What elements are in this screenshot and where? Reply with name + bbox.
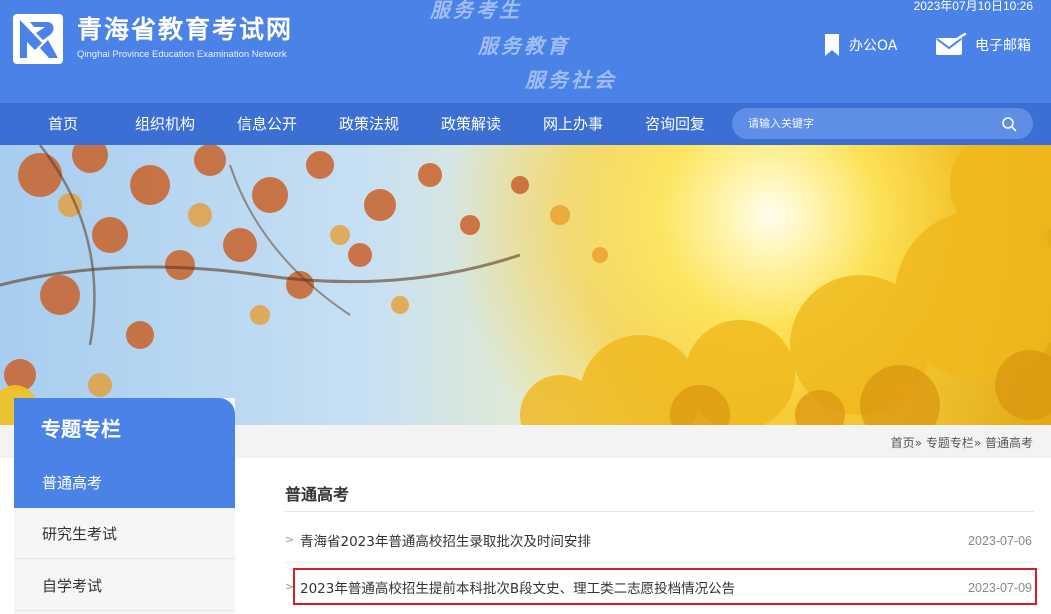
breadcrumb-section[interactable]: 专题专栏» [926, 436, 981, 450]
chevron-right-icon: > [285, 533, 295, 546]
breadcrumb-current[interactable]: 普通高考 [985, 436, 1033, 450]
nav-item-home[interactable]: 首页 [48, 103, 78, 145]
search-input[interactable] [748, 108, 988, 139]
nav-item-policy-interpretation[interactable]: 政策解读 [441, 103, 501, 145]
email-link[interactable]: 电子邮箱 [935, 33, 1031, 57]
site-header: 青海省教育考试网 Qinghai Province Education Exam… [0, 0, 1051, 103]
sidebar-item-self-study-exam[interactable]: 自学考试 [14, 561, 235, 611]
office-oa-label: 办公OA [849, 38, 898, 54]
hero-banner [0, 145, 1051, 425]
nav-item-policies[interactable]: 政策法规 [339, 103, 399, 145]
sidebar: 专题专栏 普通高考 研究生考试 自学考试 [14, 398, 235, 614]
news-item[interactable]: > 青海省2023年普通高校招生录取批次及时间安排 2023-07-06 [285, 522, 1034, 558]
news-title[interactable]: 青海省2023年普通高校招生录取批次及时间安排 [300, 530, 591, 550]
breadcrumb-home[interactable]: 首页» [891, 436, 922, 450]
main-nav: 首页 组织机构 信息公开 政策法规 政策解读 网上办事 咨询回复 [0, 103, 1051, 145]
highlight-box [293, 568, 1037, 605]
nav-item-organization[interactable]: 组织机构 [135, 103, 195, 145]
slogan-text: 服务考生 [430, 0, 522, 22]
news-date: 2023-07-06 [968, 534, 1032, 548]
sidebar-item-gaokao[interactable]: 普通高考 [14, 458, 235, 508]
nav-item-consultation[interactable]: 咨询回复 [645, 103, 705, 145]
mail-icon [936, 33, 967, 55]
bookmark-icon [825, 34, 839, 56]
nav-item-online-services[interactable]: 网上办事 [543, 103, 603, 145]
slogan-text: 服务教育 [478, 34, 570, 58]
search-box [732, 108, 1033, 139]
section-title: 普通高考 [285, 485, 350, 504]
logo-mark-icon[interactable] [12, 12, 64, 66]
search-icon[interactable] [1001, 116, 1017, 132]
email-label: 电子邮箱 [975, 38, 1031, 54]
site-subtitle: Qinghai Province Education Examination N… [77, 49, 287, 60]
slogan-text: 服务社会 [525, 68, 617, 92]
site-title[interactable]: 青海省教育考试网 [77, 10, 293, 46]
news-divider [285, 562, 1034, 563]
current-datetime: 2023年07月10日10:26 [913, 0, 1033, 13]
office-oa-link[interactable]: 办公OA [823, 33, 897, 57]
sidebar-title: 专题专栏 [14, 398, 235, 458]
sidebar-item-graduate-exam[interactable]: 研究生考试 [14, 509, 235, 559]
breadcrumb: 首页» 专题专栏» 普通高考 [891, 434, 1033, 451]
section-divider [285, 511, 1034, 512]
nav-item-info-disclosure[interactable]: 信息公开 [237, 103, 297, 145]
autumn-leaves-image [0, 145, 1051, 425]
